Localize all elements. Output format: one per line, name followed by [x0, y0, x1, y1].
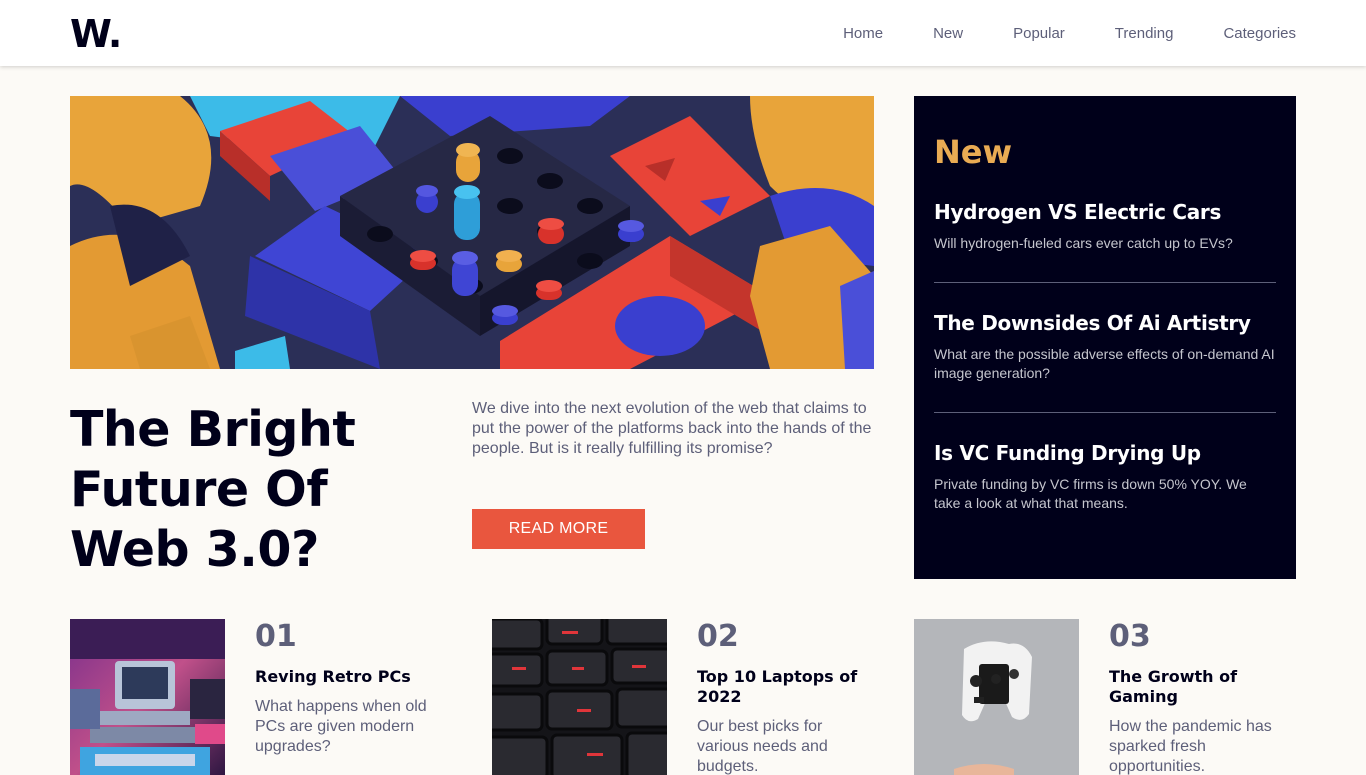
main-nav: Home New Popular Trending Categories [843, 24, 1296, 44]
card-title[interactable]: Reving Retro PCs [255, 667, 455, 687]
card-number: 02 [697, 619, 739, 654]
nav-trending[interactable]: Trending [1115, 24, 1174, 44]
nav-categories[interactable]: Categories [1223, 24, 1296, 44]
new-item-desc: Will hydrogen-fueled cars ever catch up … [934, 235, 1233, 251]
new-item[interactable]: Hydrogen VS Electric Cars Will hydrogen-… [934, 198, 1276, 283]
new-item-desc: What are the possible adverse effects of… [934, 345, 1275, 382]
hero-description: We dive into the next evolution of the w… [472, 400, 872, 457]
card-title[interactable]: Top 10 Laptops of 2022 [697, 667, 877, 707]
new-item-title[interactable]: The Downsides Of Ai Artistry [934, 309, 1276, 337]
new-item-title[interactable]: Hydrogen VS Electric Cars [934, 198, 1276, 226]
article-card[interactable]: 03 The Growth of Gaming How the pandemic… [914, 619, 1314, 775]
article-card[interactable]: 01 Reving Retro PCs What happens when ol… [70, 619, 470, 775]
card-title[interactable]: The Growth of Gaming [1109, 667, 1299, 707]
card-number: 03 [1109, 619, 1151, 654]
new-item[interactable]: Is VC Funding Drying Up Private funding … [934, 439, 1276, 542]
logo[interactable]: W. [70, 12, 122, 56]
gamepad-image [914, 619, 1079, 775]
site-header: W. Home New Popular Trending Categories [0, 0, 1366, 66]
card-number: 01 [255, 619, 297, 654]
nav-popular[interactable]: Popular [1013, 24, 1065, 44]
new-item-desc: Private funding by VC firms is down 50% … [934, 475, 1247, 512]
card-desc: How the pandemic has sparked fresh oppor… [1109, 718, 1272, 775]
nav-new[interactable]: New [933, 24, 963, 44]
card-desc: What happens when old PCs are given mode… [255, 698, 427, 755]
retro-pc-image [70, 619, 225, 775]
card-body: 01 Reving Retro PCs What happens when ol… [255, 619, 455, 757]
new-item[interactable]: The Downsides Of Ai Artistry What are th… [934, 309, 1276, 413]
new-panel: New Hydrogen VS Electric Cars Will hydro… [914, 96, 1296, 579]
new-heading: New [934, 133, 1013, 171]
hero-image [70, 96, 874, 369]
keyboard-image [492, 619, 667, 775]
card-body: 03 The Growth of Gaming How the pandemic… [1109, 619, 1299, 775]
nav-home[interactable]: Home [843, 24, 883, 44]
article-card[interactable]: 02 Top 10 Laptops of 2022 Our best picks… [492, 619, 892, 775]
card-desc: Our best picks for various needs and bud… [697, 718, 828, 775]
read-more-button[interactable]: READ MORE [472, 509, 645, 549]
card-body: 02 Top 10 Laptops of 2022 Our best picks… [697, 619, 877, 775]
new-item-title[interactable]: Is VC Funding Drying Up [934, 439, 1276, 467]
hero-title: The Bright Future Of Web 3.0? [70, 401, 356, 578]
